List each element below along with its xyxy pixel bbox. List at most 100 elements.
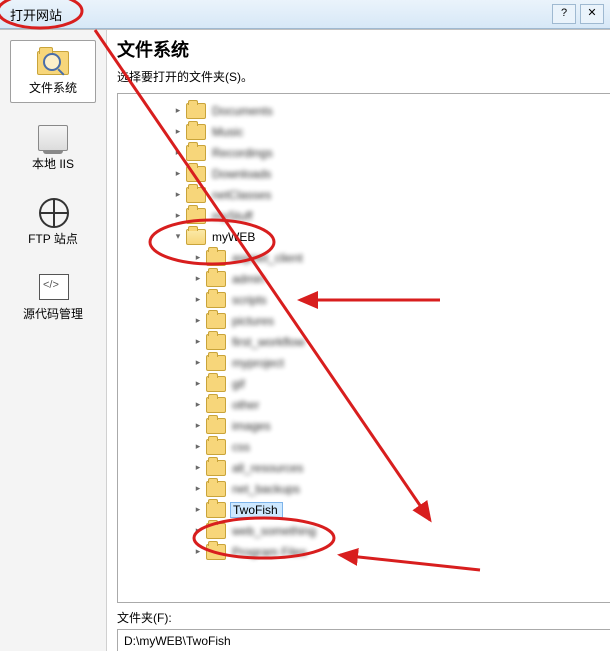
tree-node-label: admin (230, 271, 267, 287)
expand-icon[interactable]: ▸ (192, 378, 204, 389)
tree-node-myweb[interactable]: ▾ myWEB (172, 226, 610, 247)
expand-icon[interactable]: ▸ (172, 147, 184, 158)
tree-node-label: Recordings (210, 145, 275, 161)
folder-icon (206, 397, 226, 413)
tree-node[interactable]: ▸ admin (172, 268, 610, 289)
expand-icon[interactable]: ▸ (172, 210, 184, 221)
folder-icon (186, 187, 206, 203)
folder-icon (206, 418, 226, 434)
folder-icon (206, 523, 226, 539)
help-button[interactable]: ? (552, 4, 576, 24)
sidebar-item-label: 文件系统 (13, 79, 93, 96)
expand-icon[interactable]: ▸ (192, 420, 204, 431)
tree-node[interactable]: ▸netClasses (172, 184, 610, 205)
close-button[interactable]: ✕ (580, 4, 604, 24)
tree-node-label: myproject (230, 355, 286, 371)
tree-node-label: Documents (210, 103, 275, 119)
tree-node-label: first_workflow (230, 334, 307, 350)
tree-node[interactable]: ▸ Recordings (172, 142, 610, 163)
page-title: 文件系统 (117, 36, 610, 62)
tree-node-label: net_backups (230, 481, 302, 497)
folder-icon (186, 166, 206, 182)
tree-node[interactable]: ▸ images (172, 415, 610, 436)
expand-icon[interactable]: ▸ (172, 168, 184, 179)
tree-node[interactable]: ▸ aspnet_client (172, 247, 610, 268)
tree-node-label: images (230, 418, 273, 434)
tree-node[interactable]: ▸ myproject (172, 352, 610, 373)
expand-icon[interactable]: ▸ (192, 483, 204, 494)
folder-icon (206, 439, 226, 455)
expand-icon[interactable]: ▸ (192, 441, 204, 452)
expand-icon[interactable]: ▸ (192, 399, 204, 410)
tree-node-twofish[interactable]: ▸ TwoFish (172, 499, 610, 520)
folder-path-section: 文件夹(F): D:\myWEB\TwoFish (117, 603, 610, 651)
expand-icon[interactable]: ▸ (192, 504, 204, 515)
globe-icon (37, 198, 69, 226)
tree-node[interactable]: ▸ pictures (172, 310, 610, 331)
folder-icon (206, 544, 226, 560)
tree-node-label: pictures (230, 313, 276, 329)
sidebar-item-filesystem[interactable]: 文件系统 (10, 40, 96, 103)
folder-path-input[interactable]: D:\myWEB\TwoFish (117, 629, 610, 651)
expand-icon[interactable]: ▸ (172, 105, 184, 116)
page-subtitle: 选择要打开的文件夹(S)。 (117, 68, 610, 85)
folder-icon (186, 124, 206, 140)
tree-node-label: all_resources (230, 460, 305, 476)
tree-node[interactable]: ▸ all_resources (172, 457, 610, 478)
expand-icon[interactable]: ▸ (172, 126, 184, 137)
folder-field-label: 文件夹(F): (117, 609, 610, 626)
expand-icon[interactable]: ▸ (192, 546, 204, 557)
source-control-icon (37, 273, 69, 301)
folder-icon (186, 229, 206, 245)
sidebar-item-label: 源代码管理 (13, 305, 93, 322)
tree-node-label: myWEB (210, 229, 257, 245)
folder-icon (206, 292, 226, 308)
expand-icon[interactable]: ▸ (192, 336, 204, 347)
tree-node[interactable]: ▸ first_workflow (172, 331, 610, 352)
expand-icon[interactable]: ▸ (192, 462, 204, 473)
tree-node[interactable]: ▸ net_backups (172, 478, 610, 499)
tree-node[interactable]: ▸Program Files (172, 541, 610, 562)
sidebar-item-source-control[interactable]: 源代码管理 (11, 267, 95, 328)
tree-node-label: web_something (230, 523, 318, 539)
folder-icon (186, 103, 206, 119)
tree-node[interactable]: ▸ other (172, 394, 610, 415)
tree-node[interactable]: ▸ scripts (172, 289, 610, 310)
expand-icon[interactable]: ▸ (172, 189, 184, 200)
tree-node-label: other (230, 397, 261, 413)
sidebar-item-label: FTP 站点 (13, 230, 93, 247)
expand-icon[interactable]: ▸ (192, 294, 204, 305)
tree-node[interactable]: ▸gif (172, 373, 610, 394)
tree-node[interactable]: ▸ Documents (172, 100, 610, 121)
folder-icon (206, 376, 226, 392)
folder-icon (206, 334, 226, 350)
folder-icon (206, 355, 226, 371)
folder-icon (206, 271, 226, 287)
folder-tree-pane[interactable]: ▸Documents▸Music▸Recordings▸Downloads▸ne… (117, 93, 610, 603)
tree-node[interactable]: ▸ web_something (172, 520, 610, 541)
tree-node-label: aspnet_client (230, 250, 305, 266)
tree-node[interactable]: ▸ myStuff (172, 205, 610, 226)
expand-icon[interactable]: ▸ (192, 357, 204, 368)
tree-node-label: scripts (230, 292, 269, 308)
expand-icon[interactable]: ▸ (192, 525, 204, 536)
sidebar: 文件系统 本地 IIS FTP 站点 源代码管理 (0, 30, 107, 651)
expand-icon[interactable]: ▸ (192, 252, 204, 263)
folder-icon (206, 502, 226, 518)
sidebar-item-local-iis[interactable]: 本地 IIS (11, 117, 95, 178)
tree-node-label: Music (210, 124, 245, 140)
sidebar-item-ftp[interactable]: FTP 站点 (11, 192, 95, 253)
tree-node-label: css (230, 439, 252, 455)
tree-node[interactable]: ▸ Music (172, 121, 610, 142)
folder-icon (186, 208, 206, 224)
expand-icon[interactable]: ▸ (192, 315, 204, 326)
server-icon (37, 123, 69, 151)
tree-node[interactable]: ▸ css (172, 436, 610, 457)
tree-node-label: TwoFish (230, 502, 283, 518)
folder-icon (206, 481, 226, 497)
tree-node[interactable]: ▸Downloads (172, 163, 610, 184)
expand-icon[interactable]: ▸ (192, 273, 204, 284)
tree-node-label: myStuff (210, 208, 254, 224)
collapse-icon[interactable]: ▾ (172, 231, 184, 242)
window-titlebar: 打开网站 ? ✕ (0, 0, 610, 29)
